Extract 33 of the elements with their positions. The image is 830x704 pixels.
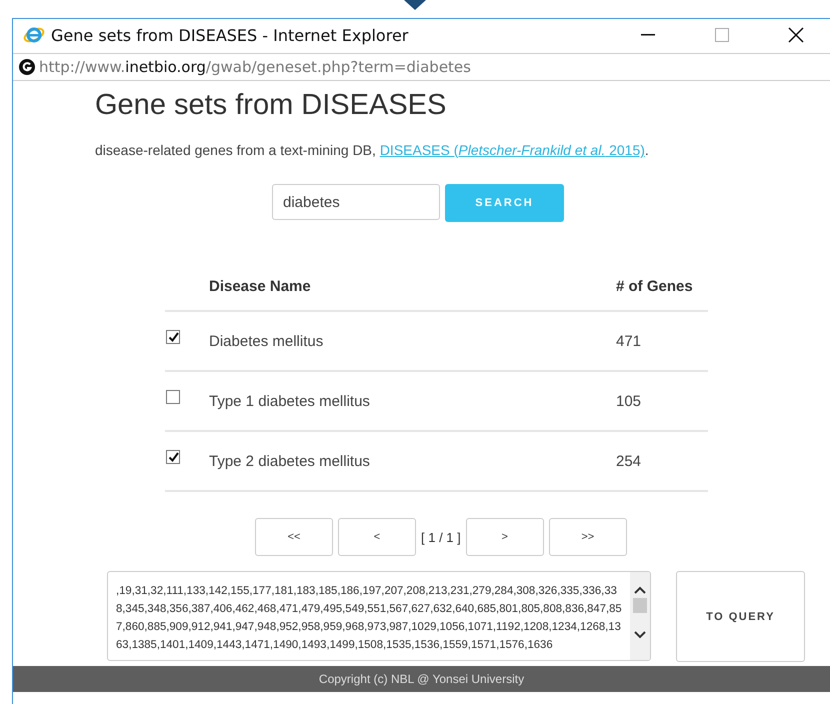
up-chevron-icon[interactable] bbox=[634, 586, 646, 594]
page-status: [ 1 / 1 ] bbox=[421, 530, 461, 544]
search-field[interactable]: diabetes bbox=[272, 184, 440, 220]
gene-count: 105 bbox=[616, 392, 642, 410]
last-page-button[interactable]: >> bbox=[548, 518, 627, 556]
address-field[interactable]: http://www.inetbio.org/gwab/geneset.php?term=diabetes bbox=[39, 58, 471, 76]
pointer-icon bbox=[404, 0, 426, 10]
gene-ids-field[interactable]: ,19,31,32,111,133,142,155,177,181,183,185,186,197,207,208,213,231,279,284,308,326,335,336,338,345,348,356,387,406,462,468,471,479,495,549,551,567,627,632,640,685,801,805,808,836,847,857,860,885,909,912,941,947,948,952,958,959,968,973,987,1029,1056,1071,1192,1208,1234,1268,1363,1385,1401,1409,1443,1471,1490,1493,1499,1508,1535,1536,1559,1571,1576,1636 bbox=[107, 571, 651, 661]
window-title: Gene sets from DISEASES - Internet Explorer bbox=[51, 26, 410, 44]
down-chevron-icon[interactable] bbox=[634, 631, 646, 639]
maximize-icon bbox=[715, 28, 729, 42]
row-checkbox[interactable] bbox=[166, 330, 180, 344]
row-checkbox[interactable] bbox=[166, 450, 180, 464]
next-page-button[interactable]: > bbox=[466, 518, 544, 556]
previous-page-button[interactable]: < bbox=[338, 518, 416, 556]
disease-name: Type 1 diabetes mellitus bbox=[209, 392, 371, 410]
first-page-button[interactable]: << bbox=[255, 518, 333, 556]
close-icon bbox=[788, 27, 804, 43]
page-heading: Gene sets from DISEASES bbox=[95, 89, 448, 122]
site-icon bbox=[19, 59, 35, 75]
to-query-button[interactable]: TO QUERY bbox=[676, 571, 805, 662]
copyright-text: Copyright (c) NBL @ Yonsei University bbox=[318, 672, 524, 686]
column-header: # of Genes bbox=[616, 278, 694, 294]
gene-count: 471 bbox=[616, 332, 642, 350]
row-checkbox[interactable] bbox=[166, 390, 180, 404]
description-text: disease-related genes from a text-mining DB, DISEASES (Pletscher-Frankild et al. 2015). bbox=[95, 142, 650, 158]
column-header: Disease Name bbox=[209, 278, 312, 294]
minimize-icon bbox=[641, 34, 655, 36]
disease-name: Type 2 diabetes mellitus bbox=[209, 452, 371, 470]
scrollbar[interactable] bbox=[630, 572, 650, 660]
gene-count: 254 bbox=[616, 452, 642, 470]
disease-name: Diabetes mellitus bbox=[209, 332, 324, 350]
scrollbar-thumb[interactable] bbox=[633, 598, 647, 613]
